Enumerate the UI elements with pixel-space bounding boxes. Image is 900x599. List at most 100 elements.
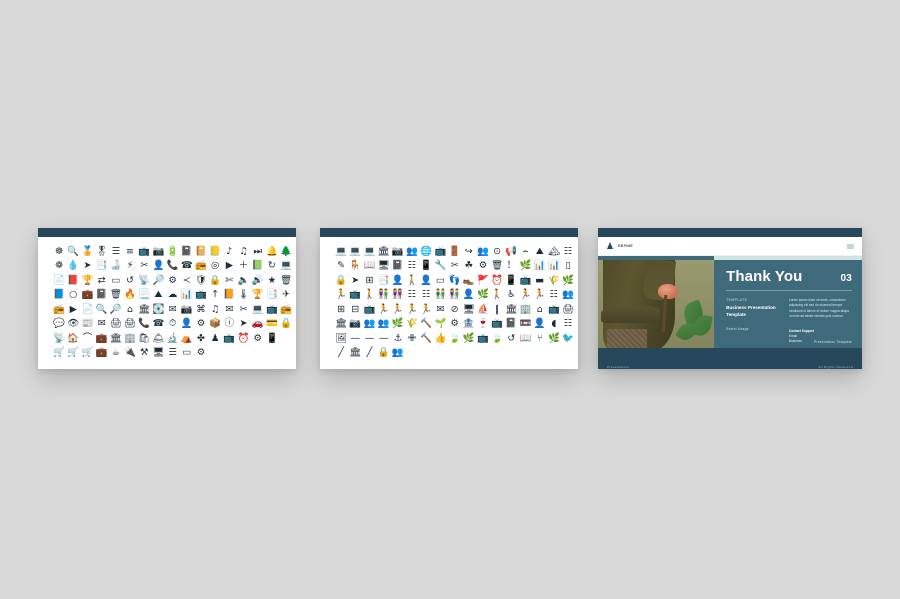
- library-icon[interactable]: ◖: [547, 317, 561, 332]
- library-icon[interactable]: 🏔: [547, 244, 561, 259]
- slide-icon-library-1[interactable]: ☸ 🔍 🏅 🎖 ☰ ≡ 📺 📷 🔋 📓 📔 📒 ♪ ♫ ⏭ 🔔 🌲 ❁ 💧 ➤ 📑 🍶 ⚡ ✂ 👤 📞 ☎ 📻 ◎ ▶ ＋ 📗 ↻ 💻 📄 📕 🏆 ⇄ ▭ ↺…: [38, 228, 296, 369]
- library-icon[interactable]: 🎖: [95, 244, 109, 259]
- library-icon[interactable]: 📃: [137, 288, 151, 303]
- library-icon[interactable]: ⊞: [334, 302, 348, 317]
- library-icon[interactable]: ▭: [433, 273, 447, 288]
- library-icon[interactable]: 🖨: [109, 317, 123, 332]
- library-icon[interactable]: ✤: [194, 331, 208, 346]
- library-icon[interactable]: 👤: [180, 317, 194, 332]
- library-icon[interactable]: ➤: [80, 259, 94, 274]
- library-icon[interactable]: ◎: [208, 259, 222, 274]
- library-icon[interactable]: ✉: [222, 302, 236, 317]
- library-icon[interactable]: 👤: [462, 288, 476, 303]
- library-icon[interactable]: 🏃: [405, 302, 419, 317]
- library-icon[interactable]: ▭: [109, 273, 123, 288]
- library-icon[interactable]: 📗: [251, 259, 265, 274]
- library-icon[interactable]: 👥: [377, 317, 391, 332]
- library-icon[interactable]: ⌘: [194, 302, 208, 317]
- library-icon[interactable]: 📓: [95, 288, 109, 303]
- library-icon[interactable]: ≡: [123, 244, 137, 259]
- library-icon[interactable]: 📷: [391, 244, 405, 259]
- library-icon[interactable]: 🔋: [166, 244, 180, 259]
- library-icon[interactable]: 📕: [66, 273, 80, 288]
- library-icon[interactable]: 🌾: [547, 273, 561, 288]
- library-icon[interactable]: ○: [66, 288, 80, 303]
- library-icon[interactable]: 📱: [265, 331, 279, 346]
- library-icon[interactable]: ➤: [236, 317, 250, 332]
- library-icon[interactable]: 💧: [66, 259, 80, 274]
- library-icon[interactable]: ➤: [348, 273, 362, 288]
- library-icon[interactable]: ⌒: [80, 331, 94, 346]
- library-icon[interactable]: ☷: [419, 288, 433, 303]
- library-icon[interactable]: 🔍: [95, 302, 109, 317]
- library-icon[interactable]: ✂: [137, 259, 151, 274]
- library-icon[interactable]: ⌂: [533, 302, 547, 317]
- library-icon[interactable]: 📓: [504, 317, 518, 332]
- library-icon[interactable]: ⏰: [236, 331, 250, 346]
- library-icon[interactable]: 🏆: [80, 273, 94, 288]
- library-icon[interactable]: 🚶: [405, 273, 419, 288]
- library-icon[interactable]: 📡: [52, 331, 66, 346]
- library-icon[interactable]: 🖥: [462, 302, 476, 317]
- library-icon[interactable]: 🏛: [504, 302, 518, 317]
- library-icon[interactable]: ⊘: [448, 302, 462, 317]
- library-icon[interactable]: 📡: [137, 273, 151, 288]
- library-icon[interactable]: 📺: [490, 317, 504, 332]
- library-icon[interactable]: 📢: [504, 244, 518, 259]
- library-icon[interactable]: 🔒: [377, 346, 391, 361]
- library-icon[interactable]: ⚙: [194, 317, 208, 332]
- library-icon[interactable]: ☷: [561, 317, 575, 332]
- library-icon[interactable]: ⚙: [251, 331, 265, 346]
- library-icon[interactable]: ⚙: [476, 259, 490, 274]
- library-icon[interactable]: 🚶: [362, 288, 376, 303]
- library-icon[interactable]: 👤: [419, 273, 433, 288]
- library-icon[interactable]: ≺: [180, 273, 194, 288]
- library-icon[interactable]: ＋: [236, 259, 250, 274]
- library-icon[interactable]: 👥: [391, 346, 405, 361]
- library-icon[interactable]: 📱: [419, 259, 433, 274]
- library-icon[interactable]: ⚓: [391, 331, 405, 346]
- library-icon[interactable]: 🛎: [151, 331, 165, 346]
- library-icon[interactable]: 👫: [448, 288, 462, 303]
- library-icon[interactable]: 🌿: [518, 259, 532, 274]
- library-icon[interactable]: 🍃: [490, 331, 504, 346]
- library-icon[interactable]: ⑂: [533, 331, 547, 346]
- library-icon[interactable]: ⛵: [476, 302, 490, 317]
- library-icon[interactable]: ↺: [123, 273, 137, 288]
- library-icon[interactable]: ⚒: [137, 346, 151, 361]
- library-icon[interactable]: ▬: [533, 273, 547, 288]
- library-icon[interactable]: 📺: [476, 331, 490, 346]
- library-icon[interactable]: 🛍: [137, 331, 151, 346]
- library-icon[interactable]: 🚶: [490, 288, 504, 303]
- library-icon[interactable]: 🖥: [151, 346, 165, 361]
- library-icon[interactable]: 🍶: [109, 259, 123, 274]
- library-icon[interactable]: ⚙: [448, 317, 462, 332]
- library-icon[interactable]: ⏰: [490, 273, 504, 288]
- library-icon[interactable]: ⛰: [533, 244, 547, 259]
- library-icon[interactable]: 📺: [222, 331, 236, 346]
- library-icon[interactable]: 📻: [279, 302, 293, 317]
- library-icon[interactable]: ✉: [433, 302, 447, 317]
- library-icon[interactable]: ❁: [52, 259, 66, 274]
- library-icon[interactable]: 🗑: [279, 273, 293, 288]
- library-icon[interactable]: 👤: [391, 273, 405, 288]
- library-icon[interactable]: 💼: [95, 331, 109, 346]
- library-icon[interactable]: ♫: [208, 302, 222, 317]
- library-icon[interactable]: 💬: [52, 317, 66, 332]
- library-icon[interactable]: ▯: [561, 259, 575, 274]
- library-icon[interactable]: 📺: [194, 288, 208, 303]
- library-icon[interactable]: ⓘ: [222, 317, 236, 332]
- library-icon[interactable]: 📓: [391, 259, 405, 274]
- library-icon[interactable]: 🔎: [109, 302, 123, 317]
- library-icon[interactable]: ⚡: [123, 259, 137, 274]
- library-icon[interactable]: 📒: [208, 244, 222, 259]
- library-icon[interactable]: 🔍: [66, 244, 80, 259]
- library-icon[interactable]: ☰: [109, 244, 123, 259]
- library-icon[interactable]: ☷: [405, 288, 419, 303]
- library-icon[interactable]: 🏃: [334, 288, 348, 303]
- library-icon[interactable]: 📖: [362, 259, 376, 274]
- library-icon[interactable]: 🏃: [419, 302, 433, 317]
- library-icon[interactable]: 💼: [95, 346, 109, 361]
- library-icon[interactable]: ☷: [405, 259, 419, 274]
- library-icon[interactable]: 🏦: [462, 317, 476, 332]
